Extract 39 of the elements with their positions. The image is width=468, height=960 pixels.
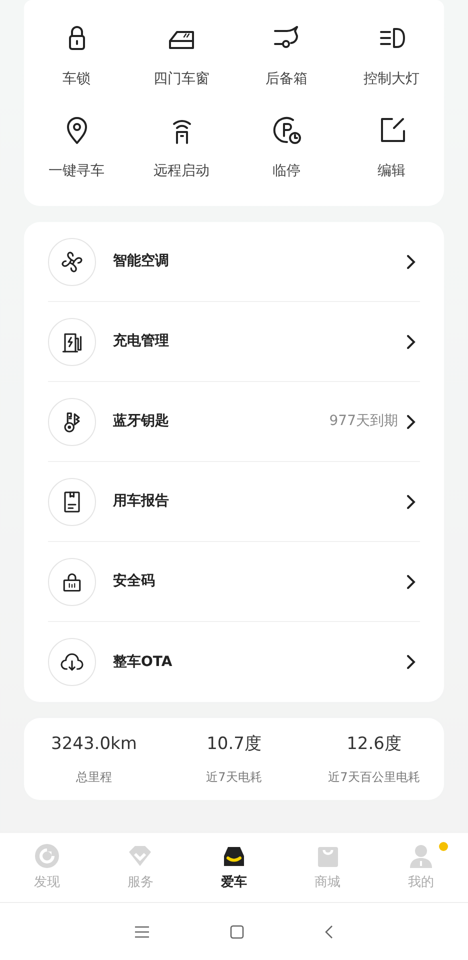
- quick-action-button[interactable]: 远程启动: [129, 114, 234, 180]
- menu-label: 蓝牙钥匙: [113, 412, 169, 431]
- chevron-right-icon: [406, 655, 416, 669]
- stat-label: 总里程: [76, 768, 112, 786]
- quick-action-button[interactable]: 车锁: [24, 22, 129, 88]
- menu-item[interactable]: 用车报告: [48, 462, 420, 542]
- menu-label: 智能空调: [113, 252, 169, 271]
- stat-label: 近7天电耗: [206, 768, 262, 786]
- stat-value: 12.6度: [346, 733, 402, 756]
- stat-value: 10.7度: [206, 733, 262, 756]
- parking-clock-icon: [270, 114, 302, 146]
- quick-action-button[interactable]: 后备箱: [234, 22, 339, 88]
- quick-action-button[interactable]: 一键寻车: [24, 114, 129, 180]
- quick-action-button[interactable]: 临停: [234, 114, 339, 180]
- quick-action-button[interactable]: 编辑: [339, 114, 444, 180]
- home-square-icon[interactable]: [230, 924, 244, 938]
- chevron-right-icon: [406, 414, 416, 428]
- compass-icon: [32, 842, 61, 870]
- back-icon[interactable]: [324, 924, 334, 938]
- menu-icon[interactable]: [134, 924, 150, 938]
- menu-item[interactable]: 蓝牙钥匙 977天到期: [48, 382, 420, 462]
- menu-item[interactable]: 整车OTA: [48, 622, 420, 702]
- menu-item[interactable]: 安全码: [48, 542, 420, 622]
- tab-item[interactable]: 爱车: [187, 833, 281, 902]
- menu-label: 整车OTA: [113, 652, 172, 672]
- chevron-right-icon: [406, 574, 416, 588]
- stat-label: 近7天百公里电耗: [328, 768, 420, 786]
- menu-detail: 977天到期: [329, 412, 398, 431]
- menu-label: 安全码: [113, 572, 155, 591]
- chevron-right-icon: [406, 494, 416, 508]
- menu-item[interactable]: 智能空调: [48, 222, 420, 302]
- menu-label: 用车报告: [113, 492, 169, 511]
- stat-value: 3243.0km: [51, 733, 137, 756]
- chevron-right-icon: [406, 254, 416, 268]
- chevron-right-icon: [406, 334, 416, 348]
- quick-action-button[interactable]: 控制大灯: [339, 22, 444, 88]
- menu-item[interactable]: 充电管理: [48, 302, 420, 382]
- quick-action-button[interactable]: 四门车窗: [129, 22, 234, 88]
- menu-label: 充电管理: [113, 332, 169, 351]
